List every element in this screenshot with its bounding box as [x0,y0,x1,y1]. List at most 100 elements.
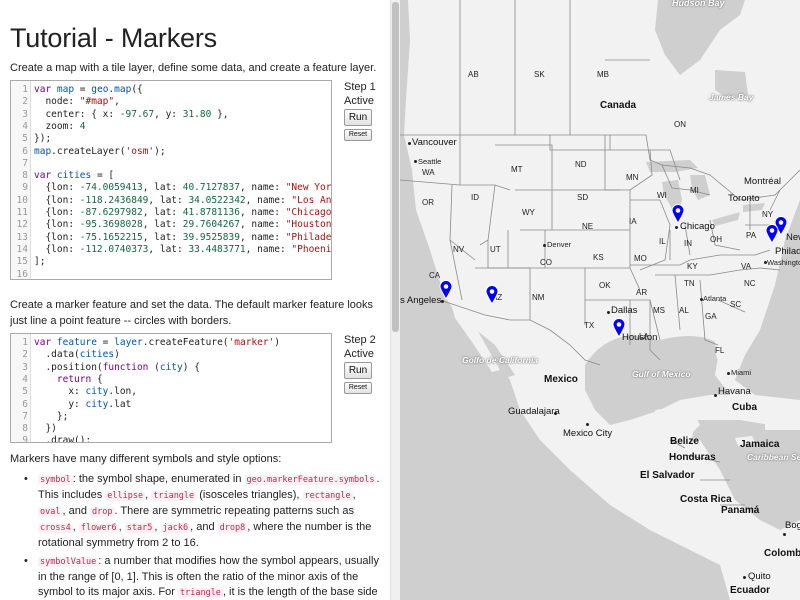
label-il: IL [659,237,666,246]
step2-label: Step 2 [344,334,376,346]
label-ks: KS [593,253,604,262]
code-editor-step1[interactable]: 1 var map = geo.map({2 node: "#map", 3 cen… [10,80,332,280]
label-costa-rica: Costa Rica [680,494,732,505]
label-toronto: Toronto [728,193,760,204]
label-ky: KY [687,262,698,271]
code-line[interactable]: 14 {lon: -112.0740373, lat: 33.4483771, … [11,244,331,256]
city-dot [414,160,417,163]
code-cross4: cross4 [38,523,73,533]
label-el-salvador: El Salvador [640,470,695,481]
code-jack6: jack6 [160,523,191,533]
code-ellipse: ellipse [105,491,146,501]
run-button-step1[interactable]: Run [344,109,372,126]
line-number: 6 [22,398,28,410]
line-number: 5 [22,133,28,145]
line-number: 10 [16,194,28,206]
code-line[interactable]: 6 y: city.lat [11,398,331,411]
city-dot [543,244,546,247]
options-list: symbol: the symbol shape, enumerated in … [10,472,386,600]
reset-button-step1[interactable]: Reset [344,129,372,141]
label-guadalajara: Guadalajara [508,406,560,417]
step1-status: Active [344,95,374,107]
line-number: 4 [22,373,28,385]
code-line[interactable]: 2 node: "#map", [11,96,331,108]
reset-button-step2[interactable]: Reset [344,382,372,394]
label-chicago: Chicago [680,221,715,232]
code-enum: geo.markerFeature.symbols [244,475,377,485]
label-al: AL [679,306,689,315]
code-line[interactable]: 13 {lon: -75.1652215, lat: 39.9525839, n… [11,231,331,244]
code-line[interactable]: 8 var cities = [ [11,170,331,182]
label-ab: AB [468,70,479,79]
code-line[interactable]: 9 {lon: -74.0059413, lat: 40.7127837, na… [11,182,331,194]
label-fl: FL [715,346,725,355]
label-co: CO [540,258,552,267]
city-dot [607,311,610,314]
line-number: 3 [22,361,28,373]
label-ar: AR [636,288,648,297]
code-line[interactable]: 2 .data(cities) [11,349,331,361]
code-line[interactable]: 8 }) [11,423,331,435]
line-number: 7 [22,410,28,422]
city-dot [714,394,717,397]
label-va: VA [741,262,752,271]
code-line[interactable]: 5 x: city.lon, [11,386,331,398]
code-drop: drop [90,507,115,517]
label-mexico: Mexico [544,374,578,385]
label-or: OR [422,198,434,207]
code-line[interactable]: 7 [11,158,331,170]
code-line[interactable]: 15]; [11,256,331,268]
code-line[interactable]: 10 {lon: -118.2436849, lat: 34.0522342, … [11,194,331,207]
label-ut: UT [490,245,501,254]
line-number: 9 [22,182,28,194]
label-wa: WA [422,168,435,177]
text: (isosceles triangles), [196,489,303,501]
code-editor-step2[interactable]: 1 var feature = layer.createFeature('mark… [10,333,332,443]
code-line[interactable]: 5}); [11,133,331,145]
label-tx: TX [584,321,595,330]
code-line[interactable]: 11 {lon: -87.6297982, lat: 41.8781136, n… [11,207,331,219]
marker-houston[interactable] [612,318,626,338]
code-line[interactable]: 16 [11,269,331,280]
label-gulf-mexico: Gulf of Mexico [632,369,691,379]
code-line[interactable]: 3 center: { x: -97.67, y: 31.80 }, [11,108,331,121]
code-line[interactable]: 9 .draw(); [11,435,331,442]
label-ok: OK [599,281,611,290]
scrollbar[interactable] [390,0,400,600]
marker-philadelphia[interactable] [765,224,779,244]
code-line[interactable]: 1 var feature = layer.createFeature('mark… [11,337,331,349]
code-star5: star5 [124,523,155,533]
code-line[interactable]: 4 zoom: 4 [11,121,331,133]
marker-los-angeles[interactable] [439,280,453,300]
label-wi: WI [657,191,667,200]
scrollbar-thumb[interactable] [392,2,399,332]
label-belize: Belize [670,436,699,447]
line-number: 13 [16,231,28,243]
intro-text: Create a map with a tile layer, define s… [10,62,377,74]
code-line[interactable]: 12 {lon: -95.3698028, lat: 29.7604267, n… [11,219,331,231]
label-mn: MN [626,173,639,182]
line-number: 11 [16,207,28,218]
code-line[interactable]: 4 return { [11,373,331,386]
label-nm: NM [532,293,545,302]
marker-phoenix[interactable] [485,285,499,305]
code-line[interactable]: 7 }; [11,410,331,423]
code-symbol: symbol [38,475,73,485]
code-line[interactable]: 1 var map = geo.map({ [11,84,331,96]
label-ca: CA [429,271,441,280]
marker-chicago[interactable] [671,204,685,224]
label-sk: SK [534,70,545,79]
code-line[interactable]: 6 map.createLayer('osm'); [11,146,331,158]
label-in: IN [684,239,692,248]
tutorial-pane: Tutorial - Markers Create a map with a t… [0,0,390,600]
label-oh: OH [710,235,722,244]
code-line[interactable]: 3 .position(function (city) { [11,361,331,374]
label-jamaica: Jamaica [740,439,780,450]
line-number: 3 [22,108,28,120]
label-mt: MT [511,165,523,174]
run-button-step2[interactable]: Run [344,362,372,379]
label-denver: Denver [547,240,572,249]
label-mb: MB [597,70,609,79]
line-number: 5 [22,386,28,398]
map-view[interactable]: Hudson Bay AB SK MB Canada James Bay ON … [400,0,800,600]
